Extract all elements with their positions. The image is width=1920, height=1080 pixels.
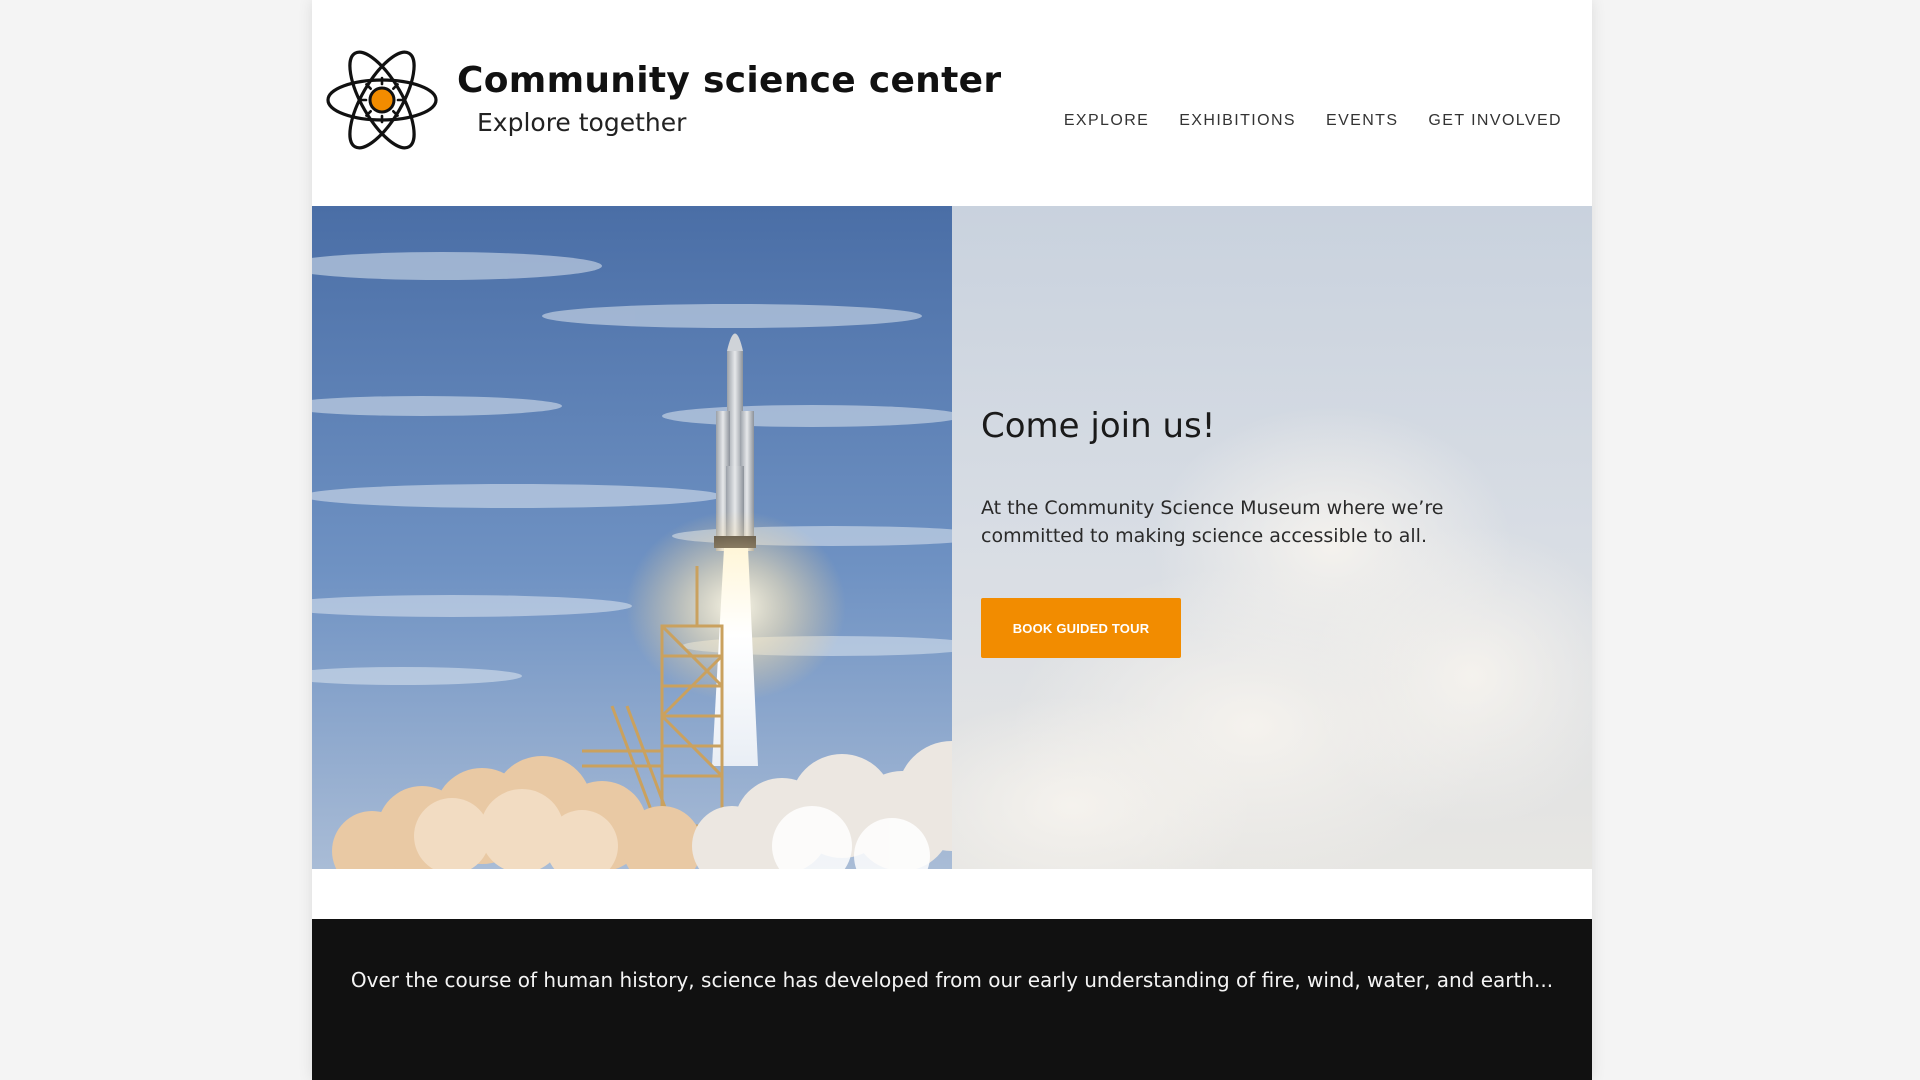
site-title[interactable]: Community science center [457,60,1001,101]
hero-section: Come join us! At the Community Science M… [312,206,1592,869]
main-nav: EXPLORE EXHIBITIONS EVENTS GET INVOLVED [1064,112,1562,130]
hero-heading: Come join us! [981,406,1216,446]
nav-item-get-involved[interactable]: GET INVOLVED [1428,112,1562,130]
site-header: Community science center Explore togethe… [312,0,1592,206]
atom-sun-logo-icon[interactable] [326,48,438,152]
rocket-launch-image [312,206,952,869]
hero-description: At the Community Science Museum where we… [981,497,1444,547]
nav-item-events[interactable]: EVENTS [1326,112,1398,130]
history-section: Over the course of human history, scienc… [312,919,1592,1080]
book-guided-tour-button[interactable]: BOOK GUIDED TOUR [981,598,1181,658]
site-tagline: Explore together [477,108,687,137]
hero-content-panel: Come join us! At the Community Science M… [952,206,1592,869]
history-text: Over the course of human history, scienc… [350,968,1554,992]
page: Community science center Explore togethe… [312,0,1592,1080]
nav-item-exhibitions[interactable]: EXHIBITIONS [1179,112,1296,130]
nav-item-explore[interactable]: EXPLORE [1064,112,1149,130]
